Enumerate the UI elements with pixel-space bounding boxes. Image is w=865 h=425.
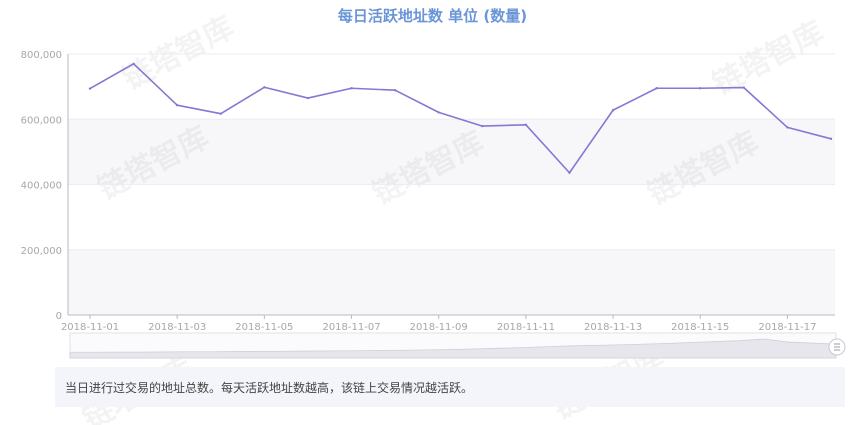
watermark-text: 链塔智库 [707, 15, 829, 102]
data-point[interactable] [219, 112, 222, 115]
chart-area: 链塔智库链塔智库链塔智库链塔智库链塔智库链塔智库链塔智库 0200,000400… [21, 10, 846, 425]
data-point[interactable] [568, 171, 571, 174]
data-point[interactable] [437, 111, 440, 114]
y-tick-label: 0 [56, 311, 62, 322]
slider-handle-icon[interactable] [828, 338, 846, 356]
y-tick-label: 600,000 [21, 115, 62, 126]
data-point[interactable] [263, 86, 266, 89]
data-point[interactable] [611, 108, 615, 112]
data-point[interactable] [524, 123, 528, 126]
data-point[interactable] [88, 87, 92, 90]
data-point[interactable] [393, 89, 397, 92]
x-tick-label: 2018-11-09 [410, 322, 468, 333]
y-tick-label: 800,000 [21, 50, 62, 61]
description-text: 当日进行过交易的地址总数。每天活跃地址数越高，该链上交易情况越活跃。 [65, 380, 474, 395]
x-tick-label: 2018-11-11 [497, 322, 555, 333]
data-point[interactable] [350, 87, 353, 90]
data-point[interactable] [132, 62, 135, 65]
y-tick-label: 200,000 [21, 246, 62, 257]
x-axis: 2018-11-01 2018-11-03 2018-11-05 2018-11-07… [61, 314, 835, 333]
x-tick-label: 2018-11-15 [671, 322, 729, 333]
data-point[interactable] [829, 137, 833, 141]
data-point[interactable] [481, 124, 484, 128]
data-point[interactable] [742, 86, 746, 89]
x-tick-label: 2018-11-13 [584, 322, 642, 333]
data-point[interactable] [655, 87, 658, 90]
zoom-slider[interactable] [69, 332, 846, 359]
x-tick-label: 2018-11-03 [148, 322, 206, 333]
y-tick-label: 400,000 [21, 181, 62, 192]
data-point[interactable] [306, 96, 310, 100]
x-tick-label: 2018-11-07 [322, 322, 380, 333]
x-tick-label: 2018-11-17 [758, 322, 816, 333]
data-point[interactable] [699, 87, 702, 90]
y-axis: 0 200,000 400,000 600,000 800,000 [21, 50, 69, 322]
data-point[interactable] [786, 126, 789, 129]
description-box: 当日进行过交易的地址总数。每天活跃地址数越高，该链上交易情况越活跃。 [55, 367, 845, 407]
grid-band [68, 249, 835, 315]
data-point[interactable] [175, 104, 179, 107]
watermark-text: 链塔智库 [117, 10, 239, 97]
watermarks: 链塔智库链塔智库链塔智库链塔智库链塔智库链塔智库链塔智库 [77, 10, 829, 425]
x-tick-label: 2018-11-01 [61, 322, 119, 333]
x-tick-label: 2018-11-05 [235, 322, 293, 333]
